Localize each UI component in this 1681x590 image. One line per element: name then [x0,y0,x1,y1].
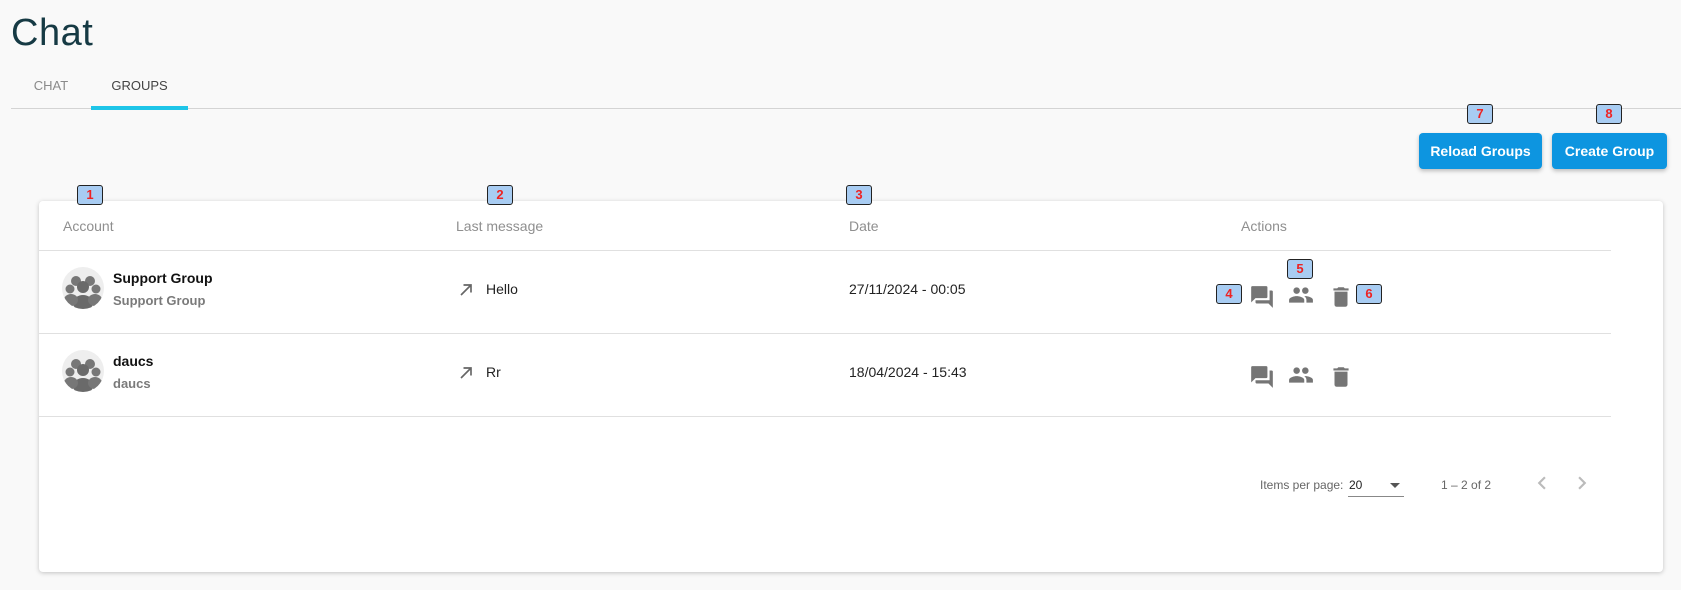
tab-chat[interactable]: CHAT [11,68,91,109]
items-per-page-select[interactable]: 20 [1348,471,1404,497]
header-actions: Actions [1241,218,1287,234]
tab-groups[interactable]: GROUPS [91,68,188,110]
annotation-badge: 8 [1596,104,1622,124]
group-members-icon[interactable] [1288,362,1314,388]
previous-page-button[interactable] [1529,470,1555,496]
group-members-icon[interactable] [1288,282,1314,308]
items-per-page-value: 20 [1349,478,1363,492]
annotation-badge: 1 [77,185,103,205]
chat-icon[interactable] [1249,364,1275,390]
tab-bar: CHAT GROUPS [11,68,1681,110]
delete-icon[interactable] [1328,284,1354,310]
page-title: Chat [11,12,94,54]
table-row: daucs daucs Rr 18/04/2024 - 15:43 [39,334,1611,417]
annotation-badge: 7 [1467,104,1493,124]
account-name: daucs [113,353,154,369]
annotation-badge: 6 [1356,284,1382,304]
page-range-label: 1 – 2 of 2 [1441,478,1492,492]
dropdown-caret-icon [1390,483,1400,488]
account-subtitle: Support Group [113,293,206,308]
chat-icon[interactable] [1249,284,1275,310]
annotation-badge: 5 [1287,259,1313,279]
account-subtitle: daucs [113,376,151,391]
groups-table-card: Account Last message Date Actions Suppor… [39,201,1663,572]
account-name: Support Group [113,270,213,286]
delete-icon[interactable] [1328,364,1354,390]
header-last-message: Last message [456,218,544,234]
annotation-badge: 2 [487,185,513,205]
next-page-button[interactable] [1569,470,1595,496]
outgoing-arrow-icon [460,367,472,379]
table-header: Account Last message Date Actions [39,201,1611,251]
group-avatar-icon [62,350,104,392]
outgoing-arrow-icon [460,284,472,296]
items-per-page-label: Items per page: [1260,478,1344,492]
last-message-text: Hello [486,281,518,297]
create-group-button[interactable]: Create Group [1552,133,1667,169]
date-text: 27/11/2024 - 00:05 [849,281,966,297]
last-message-text: Rr [486,364,501,380]
header-date: Date [849,218,879,234]
group-avatar-icon [62,267,104,309]
reload-groups-button[interactable]: Reload Groups [1419,133,1542,169]
annotation-badge: 4 [1216,284,1242,304]
date-text: 18/04/2024 - 15:43 [849,364,967,380]
header-account: Account [63,218,114,234]
paginator: Items per page: 20 1 – 2 of 2 [39,466,1663,506]
annotation-badge: 3 [846,185,872,205]
